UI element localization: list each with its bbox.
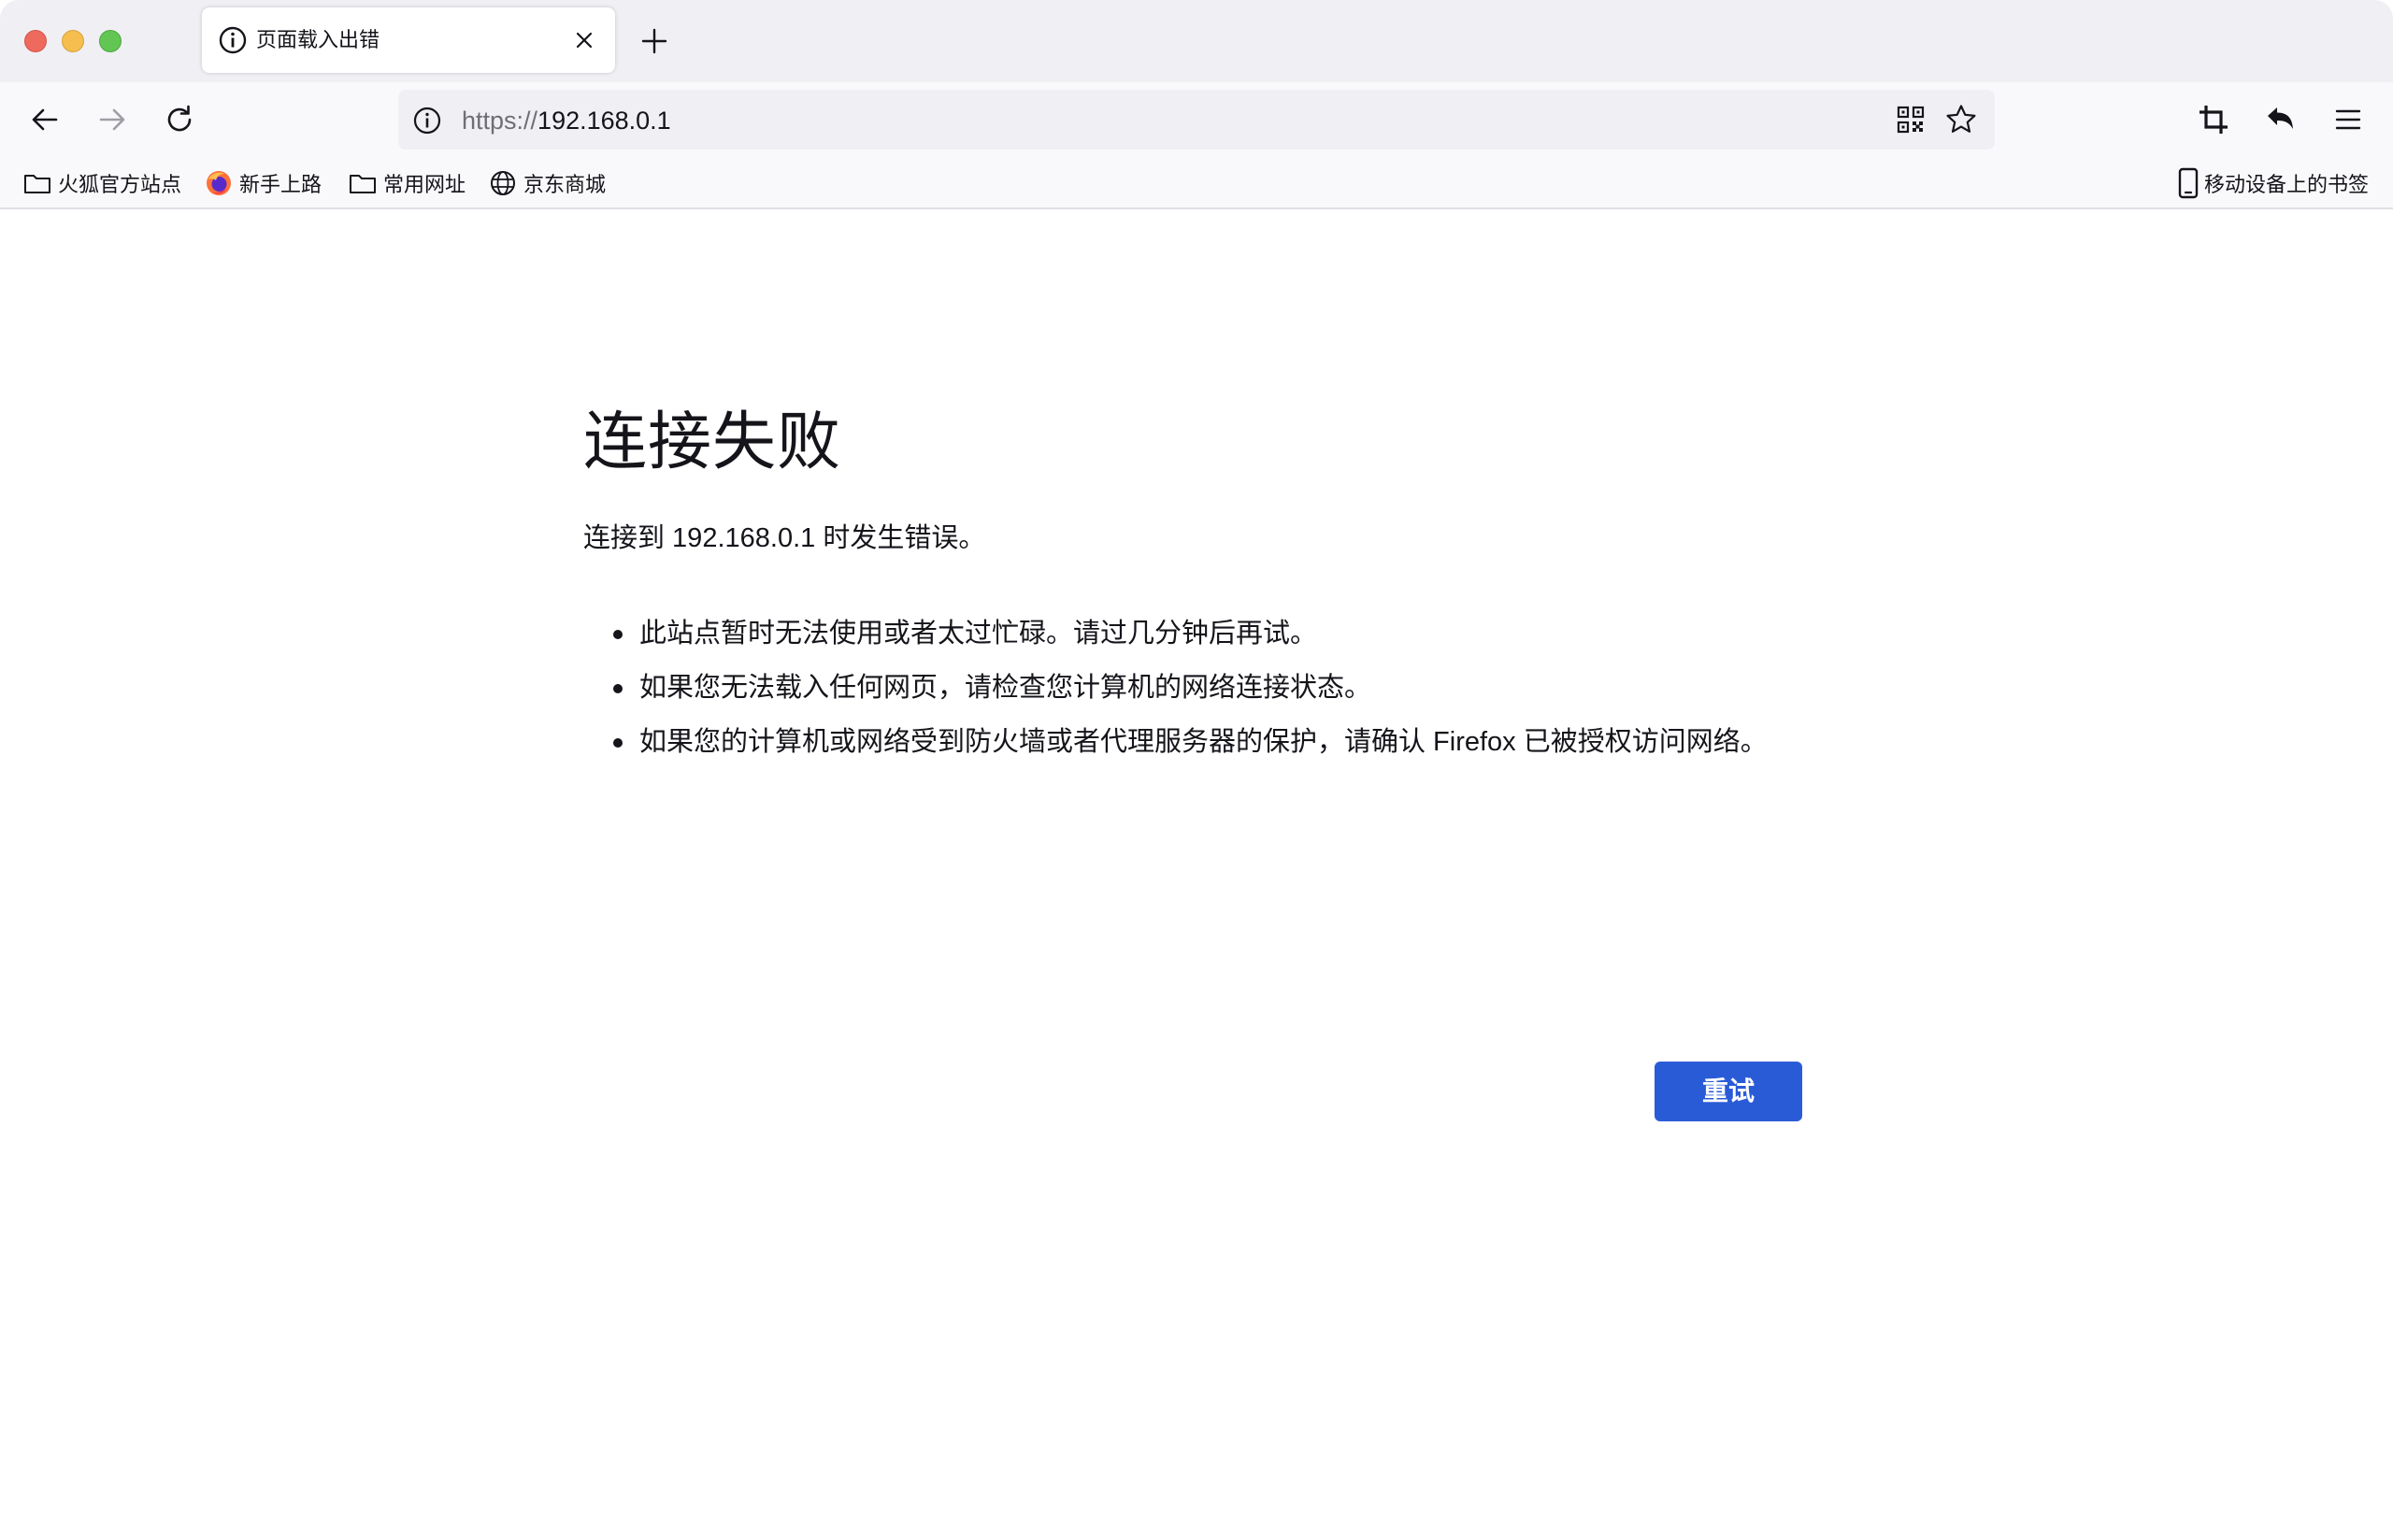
tab-strip: 页面载入出错 — [0, 0, 2393, 82]
browser-window: 页面载入出错 https://192.168.0.1 火狐官方站点 新手上路 常… — [0, 0, 2393, 1540]
window-close-button[interactable] — [24, 30, 47, 52]
suggestion-text: 如果您无法载入任何网页，请检查您计算机的网络连接状态。 — [639, 673, 1372, 703]
bookmark-folder-common[interactable]: 常用网址 — [348, 166, 466, 200]
bookmark-label: 新手上路 — [239, 173, 322, 196]
error-title: 连接失败 — [583, 406, 842, 479]
crop-icon[interactable] — [2195, 101, 2232, 138]
qr-code-icon[interactable] — [1896, 105, 1926, 135]
url-text[interactable]: https://192.168.0.1 — [462, 107, 671, 135]
firefox-logo-icon — [207, 171, 231, 195]
bookmark-label: 京东商城 — [523, 173, 607, 196]
url-host: 192.168.0.1 — [537, 107, 671, 135]
mobile-device-icon — [2178, 167, 2199, 199]
undo-icon[interactable] — [2262, 101, 2300, 138]
bookmark-star-icon[interactable] — [1944, 103, 1978, 136]
bookmark-label: 常用网址 — [383, 173, 466, 196]
bookmarks-toolbar: 火狐官方站点 新手上路 常用网址 京东商城 移动设备上的书签 — [0, 159, 2393, 209]
url-bar[interactable]: https://192.168.0.1 — [398, 90, 1995, 150]
error-description: 连接到 192.168.0.1 时发生错误。 — [583, 523, 986, 553]
url-scheme: https:// — [462, 107, 538, 135]
list-item: 此站点暂时无法使用或者太过忙碌。请过几分钟后再试。 — [613, 615, 1768, 669]
window-maximize-button[interactable] — [99, 30, 122, 52]
arrow-left-icon[interactable] — [26, 101, 64, 138]
bookmark-jd[interactable]: 京东商城 — [488, 166, 606, 200]
bookmark-label: 火狐官方站点 — [58, 173, 182, 196]
bookmark-folder-official[interactable]: 火狐官方站点 — [22, 166, 181, 200]
list-item: 如果您无法载入任何网页，请检查您计算机的网络连接状态。 — [613, 669, 1768, 723]
folder-icon — [350, 175, 376, 193]
suggestion-text: 此站点暂时无法使用或者太过忙碌。请过几分钟后再试。 — [639, 619, 1318, 649]
window-minimize-button[interactable] — [62, 30, 84, 52]
plus-icon[interactable] — [639, 26, 669, 56]
retry-button[interactable]: 重试 — [1655, 1062, 1802, 1121]
error-suggestions: 此站点暂时无法使用或者太过忙碌。请过几分钟后再试。 如果您无法载入任何网页，请检… — [613, 615, 1768, 777]
info-icon[interactable] — [411, 105, 443, 136]
tab-title: 页面载入出错 — [256, 28, 380, 51]
bullet — [613, 738, 623, 748]
suggestion-text: 如果您的计算机或网络受到防火墙或者代理服务器的保护，请确认 Firefox 已被… — [639, 727, 1768, 757]
bookmark-label: 移动设备上的书签 — [2204, 173, 2370, 196]
close-icon[interactable] — [572, 28, 596, 52]
folder-icon — [24, 175, 50, 193]
bullet — [613, 684, 623, 693]
reload-icon[interactable] — [161, 101, 198, 138]
info-icon — [217, 24, 249, 56]
bookmark-mobile[interactable]: 移动设备上的书签 — [2176, 166, 2369, 200]
bookmark-getting-started[interactable]: 新手上路 — [204, 166, 322, 200]
navigation-toolbar: https://192.168.0.1 — [0, 82, 2393, 159]
page-content — [0, 211, 2393, 1540]
bullet — [613, 630, 623, 639]
tab-active[interactable]: 页面载入出错 — [202, 7, 615, 73]
list-item: 如果您的计算机或网络受到防火墙或者代理服务器的保护，请确认 Firefox 已被… — [613, 723, 1768, 777]
arrow-right-icon[interactable] — [93, 101, 131, 138]
globe-icon — [491, 171, 515, 195]
hamburger-menu-icon[interactable] — [2329, 101, 2367, 138]
